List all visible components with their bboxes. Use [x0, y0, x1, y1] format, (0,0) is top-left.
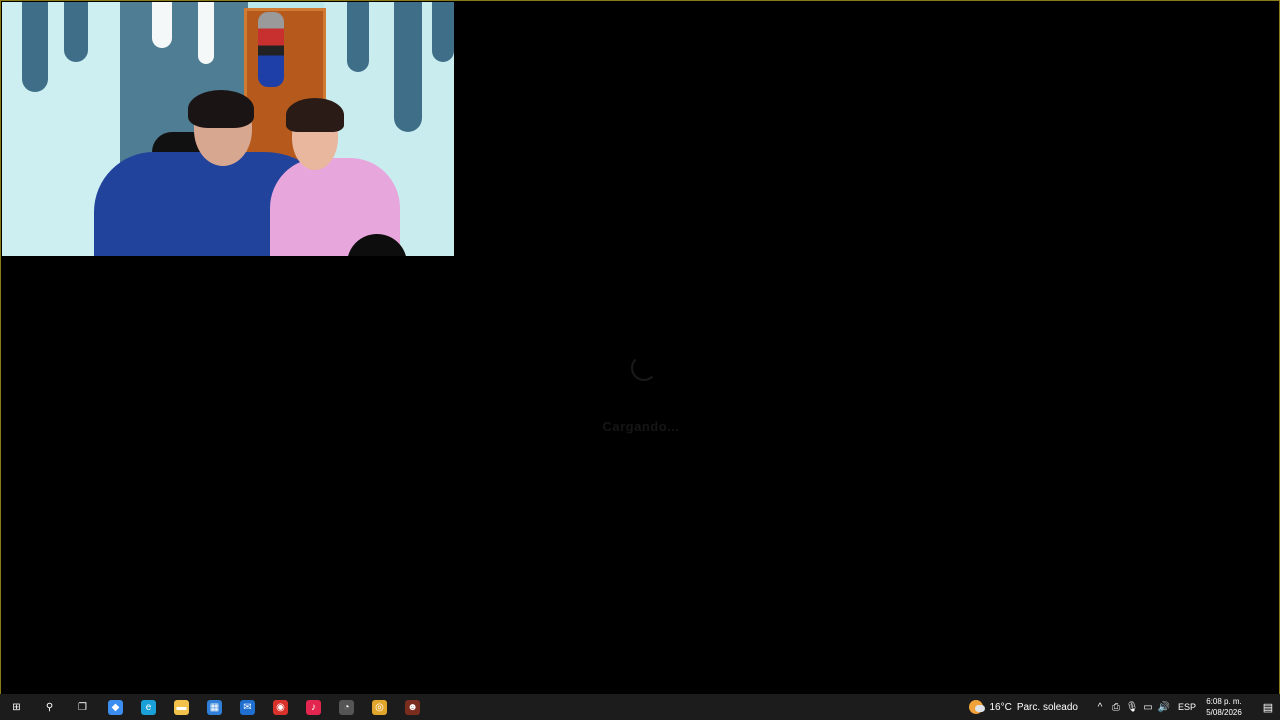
taskbar: ⊞ ⚲ ❐ ◆ e ▬ ▦ ✉ ◉ ♪ ◔ ◎ ☻ 16°C Parc. soleado ^ ⎙ 🎙 ▭ 🔊 E…	[0, 694, 1280, 720]
start-icon: ⊞	[12, 701, 21, 713]
tray-icons: ^ ⎙ 🎙 ▭ 🔊	[1092, 702, 1172, 713]
outlook-icon: ✉	[240, 699, 255, 715]
taskbar-button[interactable]: ⚲	[33, 694, 66, 720]
taskbar-button[interactable]: ◎	[363, 694, 396, 720]
weather-condition: Parc. soleado	[1016, 701, 1078, 713]
clock[interactable]: 6:08 p. m. 5/08/2026	[1204, 696, 1244, 718]
taskbar-button[interactable]: ◔	[330, 694, 363, 720]
taskbar-button[interactable]: ❐	[66, 694, 99, 720]
app-red-icon: ◉	[273, 699, 288, 715]
weather-temperature: 16°C	[989, 701, 1012, 713]
webcam-preview	[2, 2, 454, 256]
taskbar-button[interactable]: ▬	[165, 694, 198, 720]
file-explorer-icon: ▬	[174, 699, 189, 715]
loading-spinner-icon	[631, 355, 657, 381]
copilot-icon: ◆	[108, 699, 123, 715]
weather-widget[interactable]: 16°C Parc. soleado	[969, 700, 1078, 714]
microphone-icon[interactable]: 🎙	[1124, 702, 1140, 713]
network-icon[interactable]: ▭	[1140, 702, 1156, 713]
app-gauge-icon: ◔	[339, 699, 354, 715]
app-avatar-icon: ☻	[405, 699, 420, 715]
taskbar-button[interactable]: ◉	[264, 694, 297, 720]
taskbar-button[interactable]: ◆	[99, 694, 132, 720]
chrome-icon: ◎	[372, 699, 387, 715]
taskbar-button[interactable]: ☻	[396, 694, 429, 720]
clock-date: 5/08/2026	[1206, 708, 1242, 717]
weather-icon	[969, 700, 986, 714]
clock-time: 6:08 p. m.	[1206, 697, 1242, 706]
language-indicator[interactable]: ESP	[1178, 702, 1196, 712]
tiktok-icon: ♪	[306, 699, 321, 715]
show-hidden-icons-icon[interactable]: ^	[1092, 702, 1108, 713]
store-icon: ▦	[207, 699, 222, 715]
taskbar-button[interactable]: ⊞	[0, 694, 33, 720]
volume-icon[interactable]: 🔊	[1156, 702, 1172, 713]
system-tray: 16°C Parc. soleado ^ ⎙ 🎙 ▭ 🔊 ESP 6:08 p. m. …	[969, 694, 1280, 720]
taskbar-button[interactable]: ♪	[297, 694, 330, 720]
search-icon: ⚲	[45, 701, 54, 713]
edge-icon: e	[141, 699, 156, 715]
taskbar-button[interactable]: ▦	[198, 694, 231, 720]
taskbar-pinned-apps: ⊞ ⚲ ❐ ◆ e ▬ ▦ ✉ ◉ ♪ ◔ ◎ ☻	[0, 694, 429, 720]
fullscreen-window: Cargando...	[0, 0, 1280, 694]
usb-icon[interactable]: ⎙	[1108, 702, 1124, 713]
taskbar-button[interactable]: e	[132, 694, 165, 720]
notifications-icon[interactable]: ▤	[1256, 694, 1280, 720]
loading-text: Cargando...	[602, 419, 680, 434]
taskbar-button[interactable]: ✉	[231, 694, 264, 720]
task-view-icon: ❐	[78, 701, 87, 713]
